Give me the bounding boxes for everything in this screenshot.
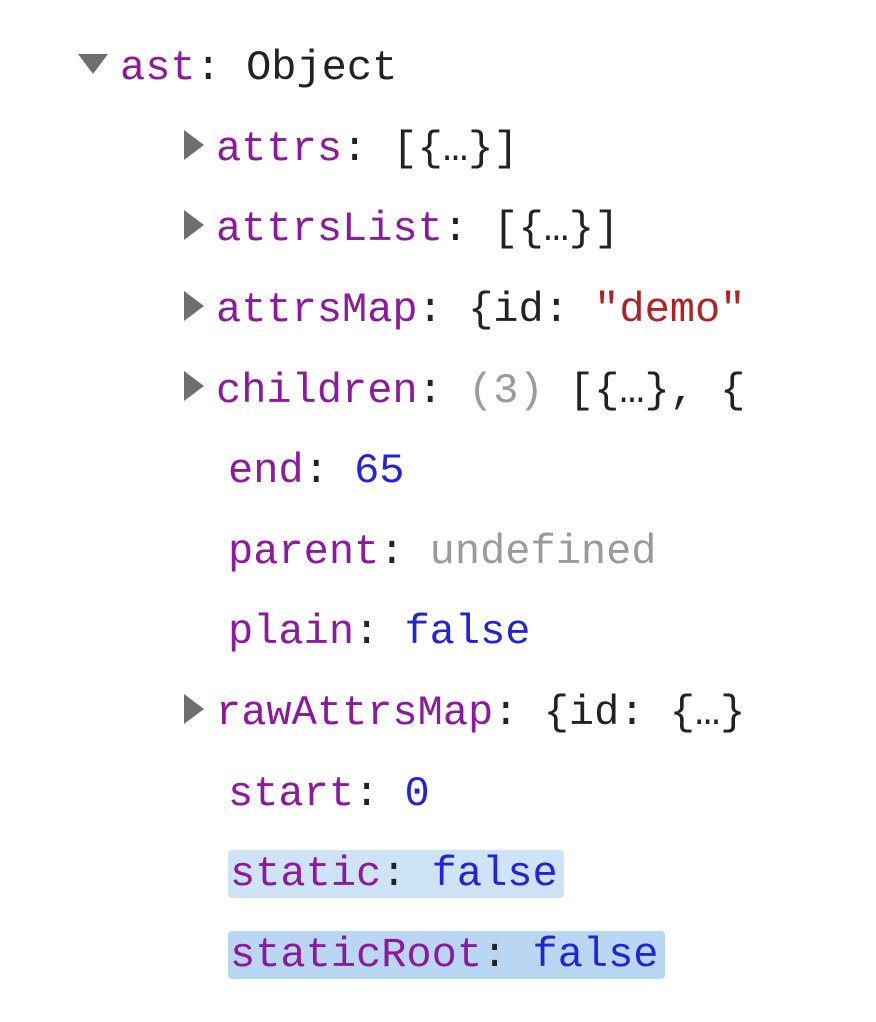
property-key: staticRoot — [230, 931, 482, 979]
brace-open: { — [468, 286, 493, 334]
property-type: Object — [246, 44, 397, 92]
property-value: false — [404, 608, 530, 656]
chevron-right-icon — [184, 130, 204, 160]
property-attrslist[interactable]: attrsList: [{…}] — [78, 189, 876, 270]
nested-key: id — [493, 286, 543, 334]
property-end[interactable]: end: 65 — [78, 431, 876, 512]
property-children[interactable]: children: (3) [{…}, { — [78, 351, 876, 432]
property-key: plain — [228, 608, 354, 656]
colon: : — [354, 608, 379, 656]
highlighted-property: static: false — [228, 850, 564, 898]
property-ast[interactable]: ast: Object — [78, 28, 876, 109]
colon: : — [379, 528, 404, 576]
property-rawattrsmap[interactable]: rawAttrsMap: {id: {…} — [78, 673, 876, 754]
property-key: children — [216, 367, 418, 415]
property-key: ast — [120, 44, 196, 92]
property-preview: [{…}, { — [569, 367, 745, 415]
colon: : — [418, 367, 443, 415]
colon: : — [493, 689, 518, 737]
chevron-down-icon — [78, 54, 108, 74]
nested-preview: {…} — [670, 689, 746, 737]
property-value: false — [432, 850, 558, 898]
chevron-right-icon — [184, 371, 204, 401]
array-length: (3) — [468, 367, 544, 415]
property-static[interactable]: static: false — [78, 834, 876, 915]
property-value: 65 — [354, 447, 404, 495]
colon: : — [196, 44, 221, 92]
property-key: end — [228, 447, 304, 495]
property-preview: [{…}] — [493, 205, 619, 253]
colon: : — [544, 286, 569, 334]
property-start[interactable]: start: 0 — [78, 754, 876, 835]
property-attrsmap[interactable]: attrsMap: {id: "demo" — [78, 270, 876, 351]
property-staticroot[interactable]: staticRoot: false — [78, 915, 876, 996]
property-key: attrs — [216, 125, 342, 173]
colon: : — [619, 689, 644, 737]
chevron-right-icon — [184, 210, 204, 240]
chevron-right-icon — [184, 291, 204, 321]
colon: : — [381, 850, 406, 898]
colon: : — [418, 286, 443, 334]
brace-open: { — [544, 689, 569, 737]
property-value: undefined — [430, 528, 657, 576]
property-key: parent — [228, 528, 379, 576]
property-key: static — [230, 850, 381, 898]
property-attrs[interactable]: attrs: [{…}] — [78, 109, 876, 190]
chevron-right-icon — [184, 694, 204, 724]
highlighted-property: staticRoot: false — [228, 931, 665, 979]
property-preview: [{…}] — [392, 125, 518, 173]
property-key: start — [228, 770, 354, 818]
colon: : — [482, 931, 507, 979]
nested-string-value: "demo" — [594, 286, 745, 334]
colon: : — [443, 205, 468, 253]
property-key: attrsMap — [216, 286, 418, 334]
colon: : — [304, 447, 329, 495]
nested-key: id — [569, 689, 619, 737]
property-value: false — [532, 931, 658, 979]
property-key: rawAttrsMap — [216, 689, 493, 737]
property-parent[interactable]: parent: undefined — [78, 512, 876, 593]
property-value: 0 — [404, 770, 429, 818]
object-inspector: ast: Object attrs: [{…}] attrsList: [{…}… — [0, 0, 876, 996]
property-key: attrsList — [216, 205, 443, 253]
colon: : — [342, 125, 367, 173]
colon: : — [354, 770, 379, 818]
property-plain[interactable]: plain: false — [78, 592, 876, 673]
